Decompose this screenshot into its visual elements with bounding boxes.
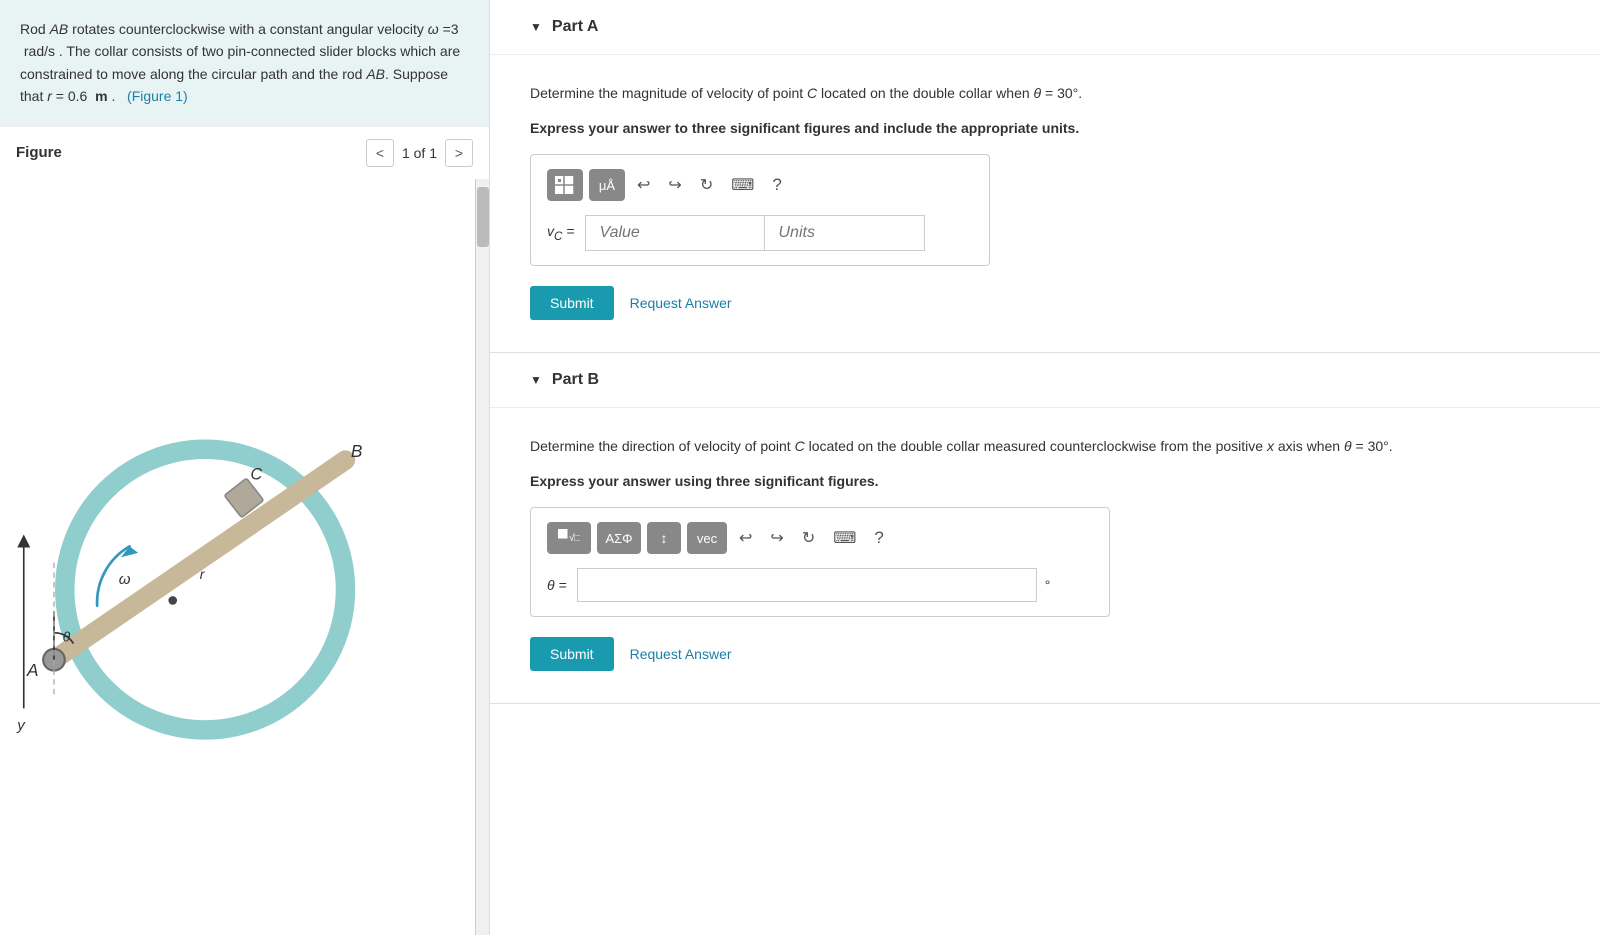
figure-canvas-wrapper: A B C ω θ r [0, 179, 489, 935]
part-b-help-button[interactable]: ? [868, 526, 889, 550]
part-a-submit-button[interactable]: Submit [530, 286, 614, 320]
part-b-instruction: Express your answer using three signific… [530, 473, 1560, 489]
figure-canvas: A B C ω θ r [0, 179, 475, 935]
part-a-content: Determine the magnitude of velocity of p… [490, 55, 1600, 352]
left-panel: Rod AB rotates counterclockwise with a c… [0, 0, 490, 935]
scrollbar-thumb [477, 187, 489, 247]
right-panel: ▼ Part A Determine the magnitude of velo… [490, 0, 1600, 935]
part-b-request-answer-link[interactable]: Request Answer [630, 646, 732, 662]
part-a-input-row: vC = [547, 215, 973, 251]
part-b-theta-label: θ = [547, 577, 567, 593]
part-b-label: Part B [552, 371, 599, 389]
part-b-action-row: Submit Request Answer [530, 637, 1560, 671]
part-b-input-row: θ = ° [547, 568, 1093, 602]
part-a-units-input[interactable] [765, 215, 925, 251]
part-a-request-answer-link[interactable]: Request Answer [630, 295, 732, 311]
figure-nav: < 1 of 1 > [366, 139, 473, 167]
svg-text:√□: √□ [569, 532, 580, 544]
part-b-redo-button[interactable]: ↪ [764, 524, 789, 552]
svg-text:A: A [26, 660, 39, 680]
part-b-arrows-button[interactable]: ↕ [647, 522, 681, 554]
part-b-refresh-button[interactable]: ↻ [796, 524, 821, 552]
matrix-icon: √□ [558, 529, 580, 547]
figure-diagram: A B C ω θ r [0, 179, 475, 935]
figure-header: Figure < 1 of 1 > [0, 126, 489, 179]
part-a-question: Determine the magnitude of velocity of p… [530, 83, 1560, 104]
problem-description: Rod AB rotates counterclockwise with a c… [20, 21, 460, 104]
svg-text:θ: θ [63, 628, 71, 644]
figure-next-button[interactable]: > [445, 139, 473, 167]
part-b-section: ▼ Part B Determine the direction of velo… [490, 353, 1600, 704]
figure-prev-button[interactable]: < [366, 139, 394, 167]
part-a-help-button[interactable]: ? [766, 173, 787, 197]
part-a-grid-button[interactable] [547, 169, 583, 201]
part-a-mu-button[interactable]: μÅ [589, 169, 625, 201]
problem-text-box: Rod AB rotates counterclockwise with a c… [0, 0, 489, 126]
vertical-scrollbar[interactable] [475, 179, 489, 935]
part-a-undo-button[interactable]: ↩ [631, 171, 656, 199]
part-b-keyboard-button[interactable]: ⌨ [827, 524, 862, 552]
svg-text:ω: ω [119, 571, 131, 588]
part-a-chevron: ▼ [530, 20, 542, 34]
part-a-instruction: Express your answer to three significant… [530, 120, 1560, 136]
part-b-header[interactable]: ▼ Part B [490, 353, 1600, 408]
part-b-undo-button[interactable]: ↩ [733, 524, 758, 552]
part-a-label: Part A [552, 18, 599, 36]
part-a-toolbar: μÅ ↩ ↪ ↻ ⌨ ? [547, 169, 973, 201]
grid-icon [555, 176, 575, 194]
part-b-answer-box: √□ ΑΣΦ ↕ vec ↩ ↪ ↻ ⌨ ? θ = ° [530, 507, 1110, 617]
part-a-value-input[interactable] [585, 215, 765, 251]
part-b-submit-button[interactable]: Submit [530, 637, 614, 671]
part-b-content: Determine the direction of velocity of p… [490, 408, 1600, 703]
part-a-refresh-button[interactable]: ↻ [694, 171, 719, 199]
part-b-degree-symbol: ° [1045, 577, 1051, 593]
part-a-vc-label: vC = [547, 223, 575, 243]
part-b-matrix-button[interactable]: √□ [547, 522, 591, 554]
part-b-toolbar: √□ ΑΣΦ ↕ vec ↩ ↪ ↻ ⌨ ? [547, 522, 1093, 554]
svg-text:B: B [351, 440, 363, 460]
part-a-section: ▼ Part A Determine the magnitude of velo… [490, 0, 1600, 353]
svg-text:C: C [250, 465, 262, 483]
part-b-theta-input[interactable] [577, 568, 1037, 602]
part-a-keyboard-button[interactable]: ⌨ [725, 171, 760, 199]
svg-text:y: y [16, 717, 26, 734]
part-a-redo-button[interactable]: ↪ [662, 171, 687, 199]
figure-section: Figure < 1 of 1 > [0, 126, 489, 935]
figure-page-count: 1 of 1 [402, 145, 437, 161]
figure-link[interactable]: (Figure 1) [127, 88, 188, 104]
part-a-answer-box: μÅ ↩ ↪ ↻ ⌨ ? vC = [530, 154, 990, 266]
part-b-chevron: ▼ [530, 373, 542, 387]
part-b-question: Determine the direction of velocity of p… [530, 436, 1560, 457]
figure-title: Figure [16, 144, 62, 161]
part-a-action-row: Submit Request Answer [530, 286, 1560, 320]
part-b-vec-button[interactable]: vec [687, 522, 727, 554]
part-a-header[interactable]: ▼ Part A [490, 0, 1600, 55]
part-b-sigma-button[interactable]: ΑΣΦ [597, 522, 641, 554]
